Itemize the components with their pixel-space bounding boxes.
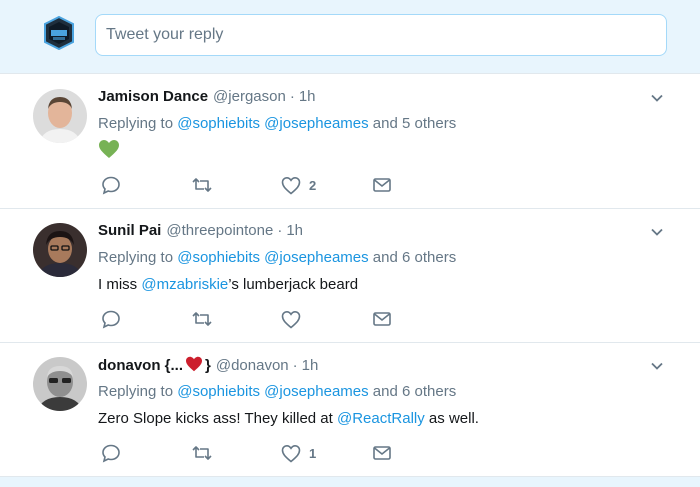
- separator: ·: [289, 88, 295, 105]
- chevron-down-icon[interactable]: [650, 225, 664, 239]
- reply-icon[interactable]: [101, 172, 121, 198]
- author-handle[interactable]: @donavon: [216, 357, 289, 374]
- mention-link[interactable]: @sophiebits: [177, 115, 260, 132]
- body-text: as well.: [424, 410, 479, 427]
- reply-icon[interactable]: [101, 440, 121, 466]
- avatar[interactable]: [33, 223, 87, 277]
- mention-link[interactable]: @josepheames: [264, 115, 368, 132]
- separator: ·: [292, 356, 298, 374]
- retweet-icon[interactable]: [191, 172, 213, 198]
- red-heart-icon: [185, 356, 203, 374]
- like-button[interactable]: [281, 306, 309, 332]
- replying-prefix: Replying to: [98, 383, 174, 400]
- author-name-end: }: [205, 357, 211, 374]
- tweet-actions: 2: [0, 172, 700, 198]
- author-handle[interactable]: @threepointone: [166, 222, 273, 239]
- replying-suffix[interactable]: and 6 others: [373, 383, 456, 400]
- replying-prefix: Replying to: [98, 115, 174, 132]
- tweet-item[interactable]: Sunil Pai @threepointone · 1h Replying t…: [0, 209, 700, 343]
- like-button[interactable]: 2: [281, 172, 316, 198]
- tweet-header: donavon {...} @donavon · 1h: [98, 356, 319, 375]
- tweet-item[interactable]: donavon {...} @donavon · 1h Replying to …: [0, 343, 700, 477]
- reply-icon[interactable]: [101, 306, 121, 332]
- retweet-icon[interactable]: [191, 440, 213, 466]
- timestamp[interactable]: 1h: [286, 222, 303, 239]
- heart-outline-icon: [281, 444, 301, 463]
- tweet-actions: [0, 306, 700, 332]
- like-count: 1: [309, 445, 317, 461]
- chevron-down-icon[interactable]: [650, 91, 664, 105]
- tweet-item[interactable]: Jamison Dance @jergason · 1h Replying to…: [0, 75, 700, 209]
- replying-suffix[interactable]: and 6 others: [373, 249, 456, 266]
- author-handle[interactable]: @jergason: [213, 88, 286, 105]
- tweet-body: [98, 139, 120, 163]
- replying-prefix: Replying to: [98, 249, 174, 266]
- mention-link[interactable]: @josepheames: [264, 249, 368, 266]
- mention-link[interactable]: @ReactRally: [337, 410, 425, 427]
- tweet-body: I miss @mzabriskie’s lumberjack beard: [98, 276, 358, 293]
- mention-link[interactable]: @sophiebits: [177, 383, 260, 400]
- body-text: Zero Slope kicks ass! They killed at: [98, 410, 337, 427]
- chevron-down-icon[interactable]: [650, 359, 664, 373]
- avatar[interactable]: [33, 89, 87, 143]
- heart-outline-icon: [281, 310, 301, 329]
- avatar[interactable]: [33, 357, 87, 411]
- tweet-body: Zero Slope kicks ass! They killed at @Re…: [98, 410, 479, 427]
- separator: ·: [277, 222, 283, 239]
- mention-link[interactable]: @josepheames: [264, 383, 368, 400]
- like-count: 2: [309, 177, 317, 193]
- replying-suffix[interactable]: and 5 others: [373, 115, 456, 132]
- heart-outline-icon: [281, 176, 301, 195]
- shield-logo-icon: [42, 15, 76, 51]
- timestamp[interactable]: 1h: [302, 357, 319, 374]
- replying-to: Replying to @sophiebits @josepheames and…: [98, 115, 456, 132]
- message-icon[interactable]: [372, 440, 392, 466]
- author-name[interactable]: donavon {...}: [98, 356, 211, 374]
- reply-composer: [0, 0, 700, 74]
- mention-link[interactable]: @mzabriskie: [141, 276, 228, 293]
- message-icon[interactable]: [372, 172, 392, 198]
- mention-link[interactable]: @sophiebits: [177, 249, 260, 266]
- reply-input[interactable]: [95, 14, 667, 56]
- replying-to: Replying to @sophiebits @josepheames and…: [98, 249, 456, 266]
- tweet-actions: 1: [0, 440, 700, 466]
- timestamp[interactable]: 1h: [299, 88, 316, 105]
- tweet-header: Jamison Dance @jergason · 1h: [98, 88, 316, 105]
- replying-to: Replying to @sophiebits @josepheames and…: [98, 383, 456, 400]
- author-name[interactable]: Sunil Pai: [98, 222, 161, 239]
- body-text: I miss: [98, 276, 142, 293]
- message-icon[interactable]: [372, 306, 392, 332]
- author-name-start: donavon {...: [98, 357, 184, 374]
- tweet-header: Sunil Pai @threepointone · 1h: [98, 222, 303, 239]
- bottom-spacer: [0, 477, 700, 487]
- body-text: ’s lumberjack beard: [228, 276, 359, 293]
- like-button[interactable]: 1: [281, 440, 316, 466]
- retweet-icon[interactable]: [191, 306, 213, 332]
- green-heart-icon: [98, 139, 120, 163]
- author-name[interactable]: Jamison Dance: [98, 88, 208, 105]
